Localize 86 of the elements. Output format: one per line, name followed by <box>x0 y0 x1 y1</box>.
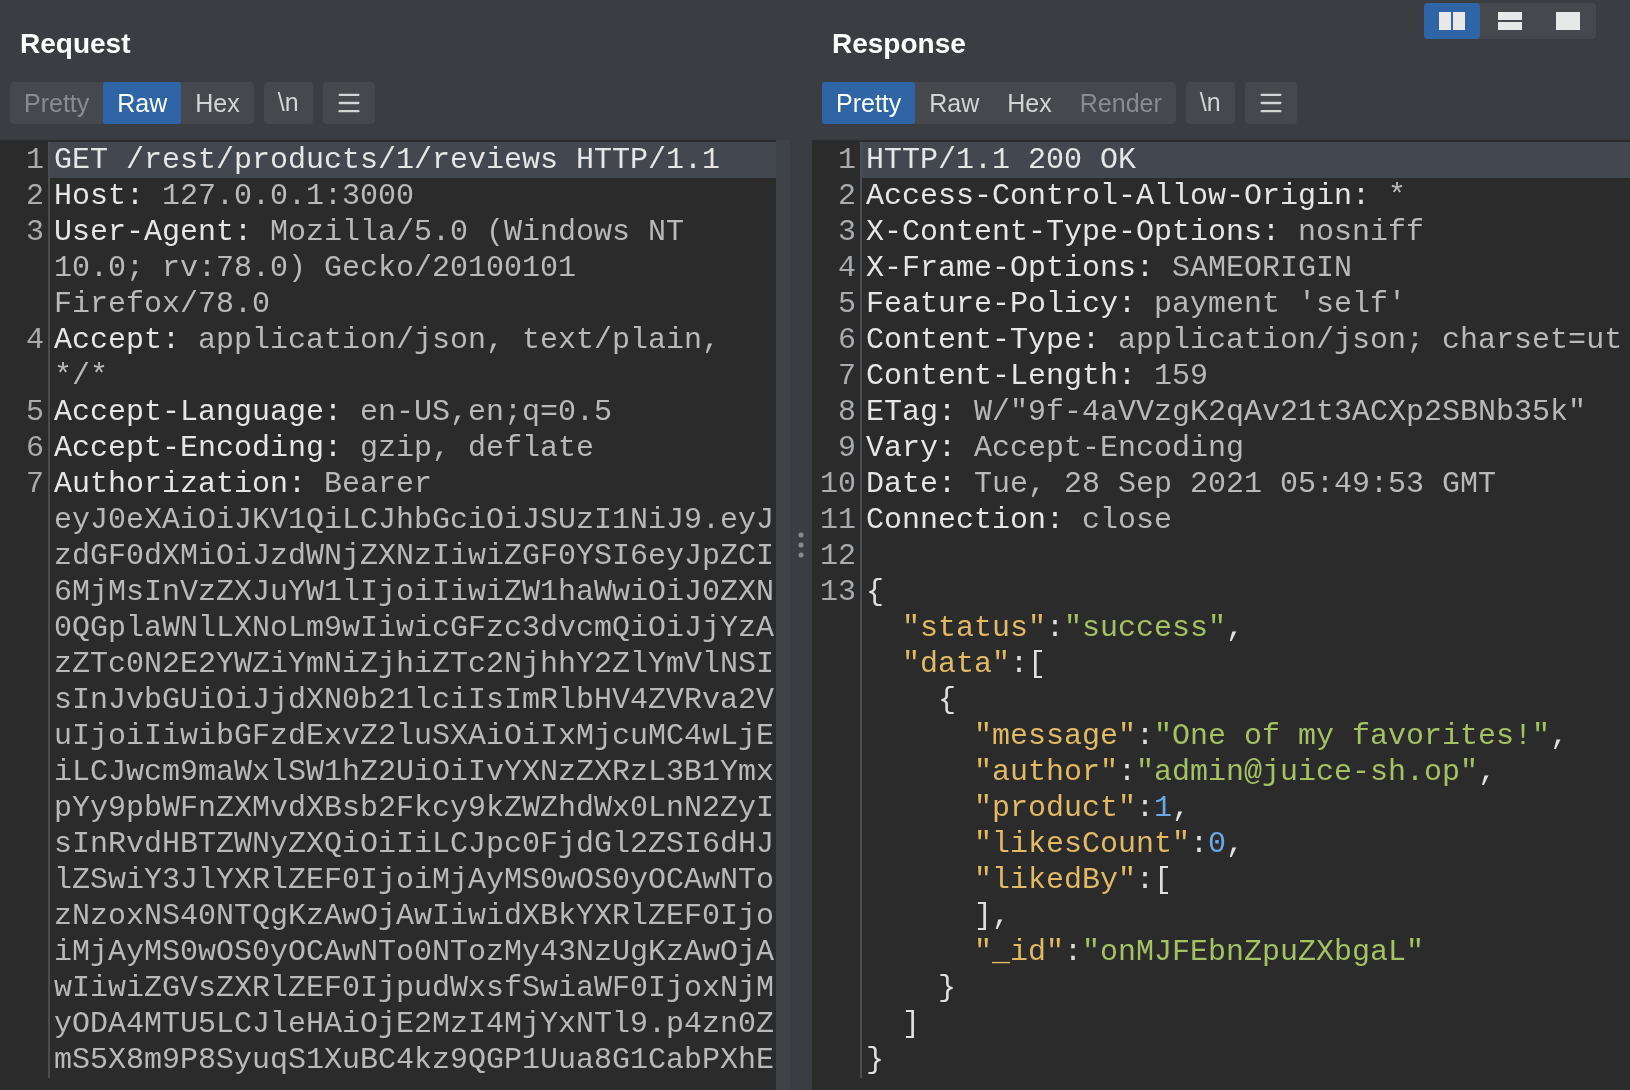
code-line: Connection: close <box>865 502 1174 538</box>
code-line: zNzoxNS40NTQgKzAwOjAwIiwidXBkYXRlZEF0Ijo <box>53 898 776 934</box>
code-line: yODA4MTU5LCJleHAiOjE2MzI4MjYxNTl9.p4zn0Z <box>53 1006 776 1042</box>
code-line: pYy9pbWFnZXMvdXBsb2Fkcy9kZWZhdWx0LnN2ZyI <box>53 790 776 826</box>
code-line: Content-Length: 159 <box>865 358 1210 394</box>
line-number: 3 <box>26 214 44 250</box>
code-line: Content-Type: application/json; charset=ut <box>865 322 1624 358</box>
code-line: 10.0; rv:78.0) Gecko/20100101 <box>53 250 578 286</box>
line-number: 6 <box>26 430 44 466</box>
resize-handle-icon[interactable] <box>798 532 804 558</box>
menu-button[interactable] <box>322 82 375 124</box>
line-number: 7 <box>838 358 856 394</box>
code-line: zZTc0N2E2YWZiYmNiZjhiZTc2NjhhY2ZlYmVlNSI <box>53 646 776 682</box>
code-line: */* <box>53 358 109 394</box>
line-number: 2 <box>838 178 856 214</box>
code-line: "likesCount":0, <box>973 826 1246 862</box>
code-line: ], <box>973 898 1012 934</box>
menu-button[interactable] <box>1244 82 1297 124</box>
single-pane-icon <box>1556 12 1580 30</box>
code-line: "author":"admin@juice-sh.op", <box>973 754 1498 790</box>
code-line: Access-Control-Allow-Origin: * <box>865 178 1408 214</box>
code-line: } <box>937 970 957 1006</box>
code-line: Authorization: Bearer <box>53 466 434 502</box>
line-number: 6 <box>838 322 856 358</box>
scrollbar[interactable] <box>776 140 790 1090</box>
code-line: iMjAyMS0wOS0yOCAwNTo0NTozMy43NzUgKzAwOjA <box>53 934 776 970</box>
code-line: uIjoiIiwibGFzdExvZ2luSXAiOiIxMjcuMC4wLjE <box>53 718 776 754</box>
line-number: 8 <box>838 394 856 430</box>
code-line: Feature-Policy: payment 'self' <box>865 286 1408 322</box>
view-tab[interactable]: Hex <box>993 82 1066 124</box>
code-line: sInRvdHBTZWNyZXQiOiIiLCJpc0FjdGl2ZSI6dHJ <box>53 826 776 862</box>
code-line: zdGF0dXMiOiJzdWNjZXNzIiwiZGF0YSI6eyJpZCI <box>53 538 776 574</box>
code-line: User-Agent: Mozilla/5.0 (Windows NT <box>53 214 686 250</box>
code-line: "product":1, <box>973 790 1192 826</box>
code-line: Vary: Accept-Encoding <box>865 430 1246 466</box>
line-number: 7 <box>26 466 44 502</box>
code-line: Firefox/78.0 <box>53 286 272 322</box>
line-number: 4 <box>838 250 856 286</box>
code-line: sInJvbGUiOiJjdXN0b21lciIsImRlbHV4ZVRva2V <box>53 682 776 718</box>
panel-title: Response <box>831 27 966 61</box>
code-line: Host: 127.0.0.1:3000 <box>53 178 416 214</box>
code-line: "likedBy":[ <box>973 862 1174 898</box>
code-line: X-Frame-Options: SAMEORIGIN <box>865 250 1354 286</box>
code-line: X-Content-Type-Options: nosniff <box>865 214 1426 250</box>
code-line: Accept-Encoding: gzip, deflate <box>53 430 596 466</box>
line-number: 11 <box>820 502 856 538</box>
line-number: 13 <box>820 574 856 610</box>
code-line: mS5X8m9P8SyuqS1XuBC4kz9QGP1Uua8G1CabPXhE <box>53 1042 776 1078</box>
line-number: 5 <box>838 286 856 322</box>
code-line: wIiwiZGVsZXRlZEF0IjpudWxsfSwiaWF0IjoxNjM <box>53 970 776 1006</box>
code-line: } <box>865 1042 885 1078</box>
panel-title: Request <box>19 27 131 61</box>
view-tab[interactable]: Raw <box>103 82 182 124</box>
code-line: lZSwiY3JlYXRlZEF0IjoiMjAyMS0wOS0yOCAwNTo <box>53 862 776 898</box>
code-line: { <box>865 574 885 610</box>
code-line: { <box>937 682 957 718</box>
line-number: 12 <box>820 538 856 574</box>
code-line: Accept-Language: en-US,en;q=0.5 <box>53 394 614 430</box>
line-number: 3 <box>838 214 856 250</box>
code-line: eyJ0eXAiOiJKV1QiLCJhbGciOiJSUzI1NiJ9.eyJ <box>53 502 776 538</box>
newline-toggle-button[interactable]: \n <box>263 82 313 124</box>
code-line: "data":[ <box>901 646 1048 682</box>
view-tab[interactable]: Hex <box>181 82 254 124</box>
code-line: ETag: W/"9f-4aVVzgK2qAv21t3ACXp2SBNb35k" <box>865 394 1588 430</box>
code-line: Date: Tue, 28 Sep 2021 05:49:53 GMT <box>865 466 1498 502</box>
code-line: 0QGplaWNlLXNoLm9wIiwicGFzc3dvcmQiOiJjYzA <box>53 610 776 646</box>
line-number: 5 <box>26 394 44 430</box>
line-number: 9 <box>838 430 856 466</box>
line-number: 1 <box>26 142 44 178</box>
code-line: "message":"One of my favorites!", <box>973 718 1570 754</box>
code-line: "_id":"onMJFEbnZpuZXbgaL" <box>973 934 1426 970</box>
line-number: 4 <box>26 322 44 358</box>
split-rows-icon <box>1498 12 1522 30</box>
line-number: 2 <box>26 178 44 214</box>
code-line: Accept: application/json, text/plain, <box>53 322 722 358</box>
code-line: iLCJwcm9maWxlSW1hZ2UiOiIvYXNzZXRzL3B1Ymx <box>53 754 776 790</box>
view-tab[interactable]: Pretty <box>822 82 916 124</box>
view-tab[interactable]: Raw <box>915 82 994 124</box>
line-number: 1 <box>838 142 856 178</box>
split-columns-icon <box>1439 12 1465 30</box>
newline-toggle-button[interactable]: \n <box>1185 82 1235 124</box>
code-line: 6MjMsInVzZXJuYW1lIjoiIiwiZW1haWwiOiJ0ZXN <box>53 574 776 610</box>
code-line: ] <box>901 1006 921 1042</box>
line-number: 10 <box>820 466 856 502</box>
layout-button[interactable] <box>1424 3 1480 39</box>
code-line: "status":"success", <box>901 610 1246 646</box>
